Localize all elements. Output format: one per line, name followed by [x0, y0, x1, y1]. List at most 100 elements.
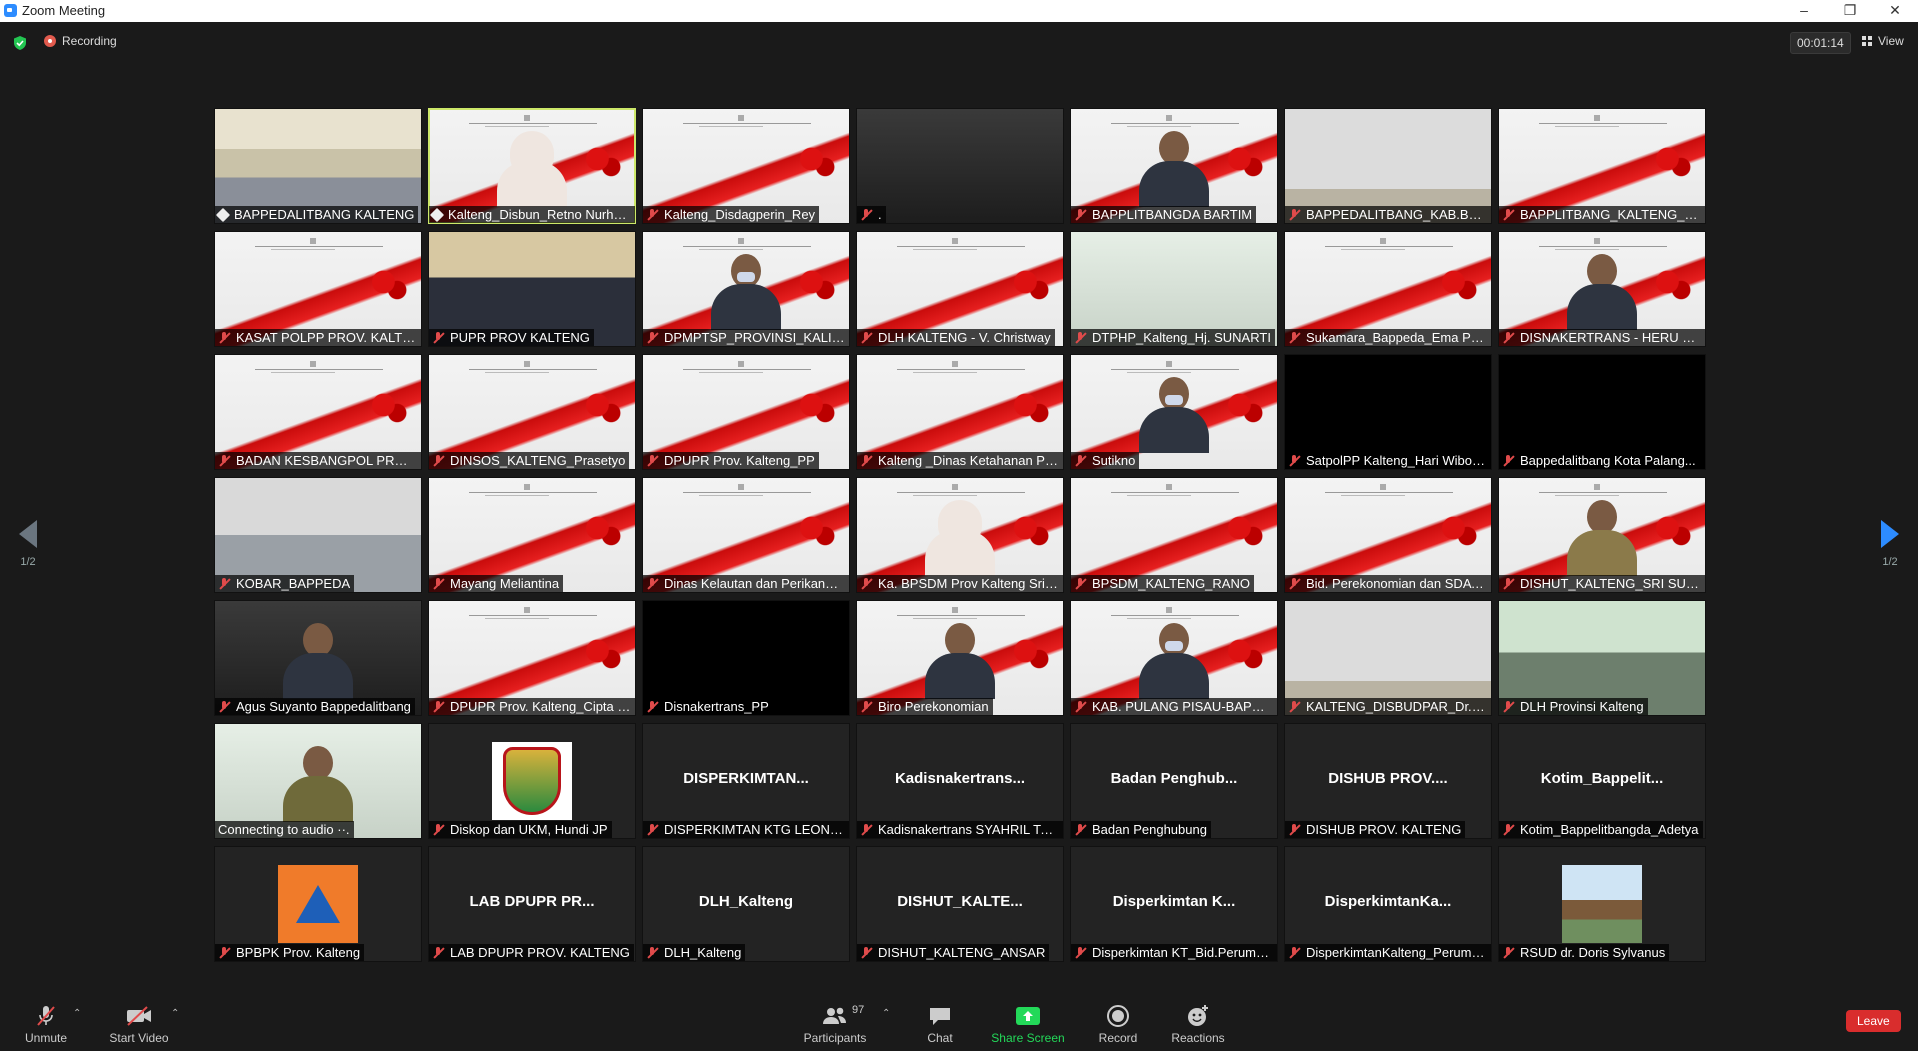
previous-page-button[interactable]: 1/2: [8, 520, 48, 568]
participant-name: Kadisnakertrans SYAHRIL TARI...: [878, 822, 1059, 837]
participant-tile[interactable]: BAPPEDALITBANG KALTENG: [214, 108, 422, 224]
participant-tile[interactable]: Kalteng _Dinas Ketahanan Pa...: [856, 354, 1064, 470]
view-button[interactable]: View: [1862, 34, 1904, 48]
participant-tile[interactable]: KAB. PULANG PISAU-BAPPED...: [1070, 600, 1278, 716]
participant-name: DPUPR Prov. Kalteng_Cipta K...: [450, 699, 631, 714]
participant-name: Kalteng _Dinas Ketahanan Pa...: [878, 453, 1059, 468]
participant-tile[interactable]: KALTENG_DISBUDPAR_Dr. GU...: [1284, 600, 1492, 716]
participant-tile[interactable]: DLH Provinsi Kalteng: [1498, 600, 1706, 716]
muted-mic-icon: [1502, 331, 1514, 344]
participant-tile[interactable]: Badan Penghub... Badan Penghubung: [1070, 723, 1278, 839]
participant-tile[interactable]: BAPPEDALITBANG_KAB.BARIT...: [1284, 108, 1492, 224]
participant-nameplate: BAPPLITBANGDA BARTIM: [1071, 206, 1257, 223]
participants-count: 97: [852, 1004, 865, 1016]
participant-tile[interactable]: Agus Suyanto Bappedalitbang: [214, 600, 422, 716]
close-icon[interactable]: ✕: [1872, 0, 1918, 22]
participant-tile[interactable]: Disperkimtan K... Disperkimtan KT_Bid.Per…: [1070, 846, 1278, 962]
participant-nameplate: Mayang Meliantina: [429, 575, 564, 592]
participant-tile[interactable]: KASAT POLPP PROV. KALTENG: [214, 231, 422, 347]
unmute-button[interactable]: Unmute: [18, 1004, 74, 1045]
participant-tile[interactable]: SatpolPP Kalteng_Hari Wibow...: [1284, 354, 1492, 470]
participant-nameplate: DTPHP_Kalteng_Hj. SUNARTI: [1071, 329, 1275, 346]
participant-tile[interactable]: DISHUT_KALTE... DISHUT_KALTENG_ANSAR: [856, 846, 1064, 962]
participant-tile[interactable]: DISHUT_KALTENG_SRI SUWA...: [1498, 477, 1706, 593]
participant-tile[interactable]: DPUPR Prov. Kalteng_PP: [642, 354, 850, 470]
participant-tile[interactable]: DISNAKERTRANS - HERU SETI...: [1498, 231, 1706, 347]
participant-tile[interactable]: Biro Perekonomian: [856, 600, 1064, 716]
muted-mic-icon: [1502, 208, 1514, 221]
participant-tile[interactable]: Kotim_Bappelit... Kotim_Bappelitbangda_Ad…: [1498, 723, 1706, 839]
participant-tile[interactable]: RSUD dr. Doris Sylvanus: [1498, 846, 1706, 962]
participant-tile[interactable]: Mayang Meliantina: [428, 477, 636, 593]
record-button[interactable]: Record: [1096, 1004, 1140, 1045]
restore-icon[interactable]: ❐: [1827, 0, 1873, 22]
start-video-button[interactable]: Start Video: [106, 1004, 172, 1045]
participant-tile[interactable]: DPUPR Prov. Kalteng_Cipta K...: [428, 600, 636, 716]
participant-nameplate: Sukamara_Bappeda_Ema Purn...: [1285, 329, 1491, 346]
muted-mic-icon: [860, 946, 872, 959]
start-video-label: Start Video: [109, 1031, 169, 1045]
muted-mic-icon: [1502, 454, 1514, 467]
participant-tile[interactable]: Kalteng_Disdagperin_Rey: [642, 108, 850, 224]
participant-tile[interactable]: DLH_Kalteng DLH_Kalteng: [642, 846, 850, 962]
participant-tile[interactable]: Kalteng_Disbun_Retno Nurhay...: [428, 108, 636, 224]
participant-tile[interactable]: Bappedalitbang Kota Palang...: [1498, 354, 1706, 470]
participant-tile[interactable]: Kadisnakertrans... Kadisnakertrans SYAHRI…: [856, 723, 1064, 839]
share-screen-button[interactable]: Share Screen: [990, 1004, 1066, 1045]
muted-mic-icon: [1074, 700, 1086, 713]
reactions-button[interactable]: Reactions: [1168, 1004, 1228, 1045]
participant-tile[interactable]: BPBPK Prov. Kalteng: [214, 846, 422, 962]
participant-tile[interactable]: DINSOS_KALTENG_Prasetyo: [428, 354, 636, 470]
participant-tile[interactable]: .: [856, 108, 1064, 224]
participant-tile[interactable]: Ka. BPSDM Prov Kalteng Sri ...: [856, 477, 1064, 593]
audio-options-caret-icon[interactable]: ⌃: [73, 1008, 81, 1019]
participant-tile[interactable]: Diskop dan UKM, Hundi JP: [428, 723, 636, 839]
next-page-button[interactable]: 1/2: [1870, 520, 1910, 568]
participant-display-name: Badan Penghub...: [1110, 770, 1238, 787]
participant-nameplate: Kalteng_Disbun_Retno Nurhay...: [429, 206, 635, 223]
participant-tile[interactable]: Dinas Kelautan dan Perikanan...: [642, 477, 850, 593]
participant-tile[interactable]: BAPPLITBANGDA BARTIM: [1070, 108, 1278, 224]
video-options-caret-icon[interactable]: ⌃: [171, 1008, 179, 1019]
participant-name: Kotim_Bappelitbangda_Adetya: [1520, 822, 1699, 837]
participant-name: DINSOS_KALTENG_Prasetyo: [450, 453, 626, 468]
participant-tile[interactable]: Sukamara_Bappeda_Ema Purn...: [1284, 231, 1492, 347]
muted-mic-icon: [1288, 946, 1300, 959]
participant-tile[interactable]: Connecting to audio ··.: [214, 723, 422, 839]
participant-tile[interactable]: DISPERKIMTAN... DISPERKIMTAN KTG LEONAR..…: [642, 723, 850, 839]
participant-tile[interactable]: BAPPLITBANG_KALTENG_FEBRI: [1498, 108, 1706, 224]
participant-tile[interactable]: BPSDM_KALTENG_RANO: [1070, 477, 1278, 593]
participant-tile[interactable]: BADAN KESBANGPOL PROV K...: [214, 354, 422, 470]
participant-video: [925, 500, 995, 576]
record-icon: [1096, 1004, 1140, 1028]
leave-button[interactable]: Leave: [1846, 1010, 1901, 1032]
participant-tile[interactable]: DPMPTSP_PROVINSI_KALIMA...: [642, 231, 850, 347]
participant-nameplate: KAB. PULANG PISAU-BAPPED...: [1071, 698, 1277, 715]
participant-tile[interactable]: DLH KALTENG - V. Christway: [856, 231, 1064, 347]
participants-options-caret-icon[interactable]: ⌃: [882, 1008, 890, 1019]
participant-tile[interactable]: DisperkimtanKa... DisperkimtanKalteng_Per…: [1284, 846, 1492, 962]
page-indicator-right: 1/2: [1882, 556, 1898, 568]
participant-name: SatpolPP Kalteng_Hari Wibow...: [1306, 453, 1487, 468]
participant-tile[interactable]: Bid. Perekonomian dan SDA B...: [1284, 477, 1492, 593]
participant-tile[interactable]: Disnakertrans_PP: [642, 600, 850, 716]
participant-tile[interactable]: DISHUB PROV.... DISHUB PROV. KALTENG: [1284, 723, 1492, 839]
muted-mic-icon: [1074, 331, 1086, 344]
participant-display-name: LAB DPUPR PR...: [469, 893, 595, 910]
encryption-shield-icon[interactable]: [12, 35, 28, 51]
participant-name: DLH Provinsi Kalteng: [1520, 699, 1644, 714]
chat-button[interactable]: Chat: [918, 1004, 962, 1045]
recording-indicator[interactable]: Recording: [44, 34, 117, 48]
participant-tile[interactable]: Sutikno: [1070, 354, 1278, 470]
participant-tile[interactable]: KOBAR_BAPPEDA: [214, 477, 422, 593]
participant-tile[interactable]: LAB DPUPR PR... LAB DPUPR PROV. KALTENG: [428, 846, 636, 962]
participant-tile[interactable]: PUPR PROV KALTENG: [428, 231, 636, 347]
participant-video: [497, 131, 567, 207]
participant-nameplate: Kalteng _Dinas Ketahanan Pa...: [857, 452, 1063, 469]
participant-tile[interactable]: DTPHP_Kalteng_Hj. SUNARTI: [1070, 231, 1278, 347]
view-label: View: [1878, 34, 1904, 48]
participant-name: DISHUT_KALTENG_SRI SUWA...: [1520, 576, 1701, 591]
muted-mic-icon: [1502, 577, 1514, 590]
minimize-icon[interactable]: –: [1781, 0, 1827, 22]
window-title-bar: Zoom Meeting – ❐ ✕: [0, 0, 1918, 22]
